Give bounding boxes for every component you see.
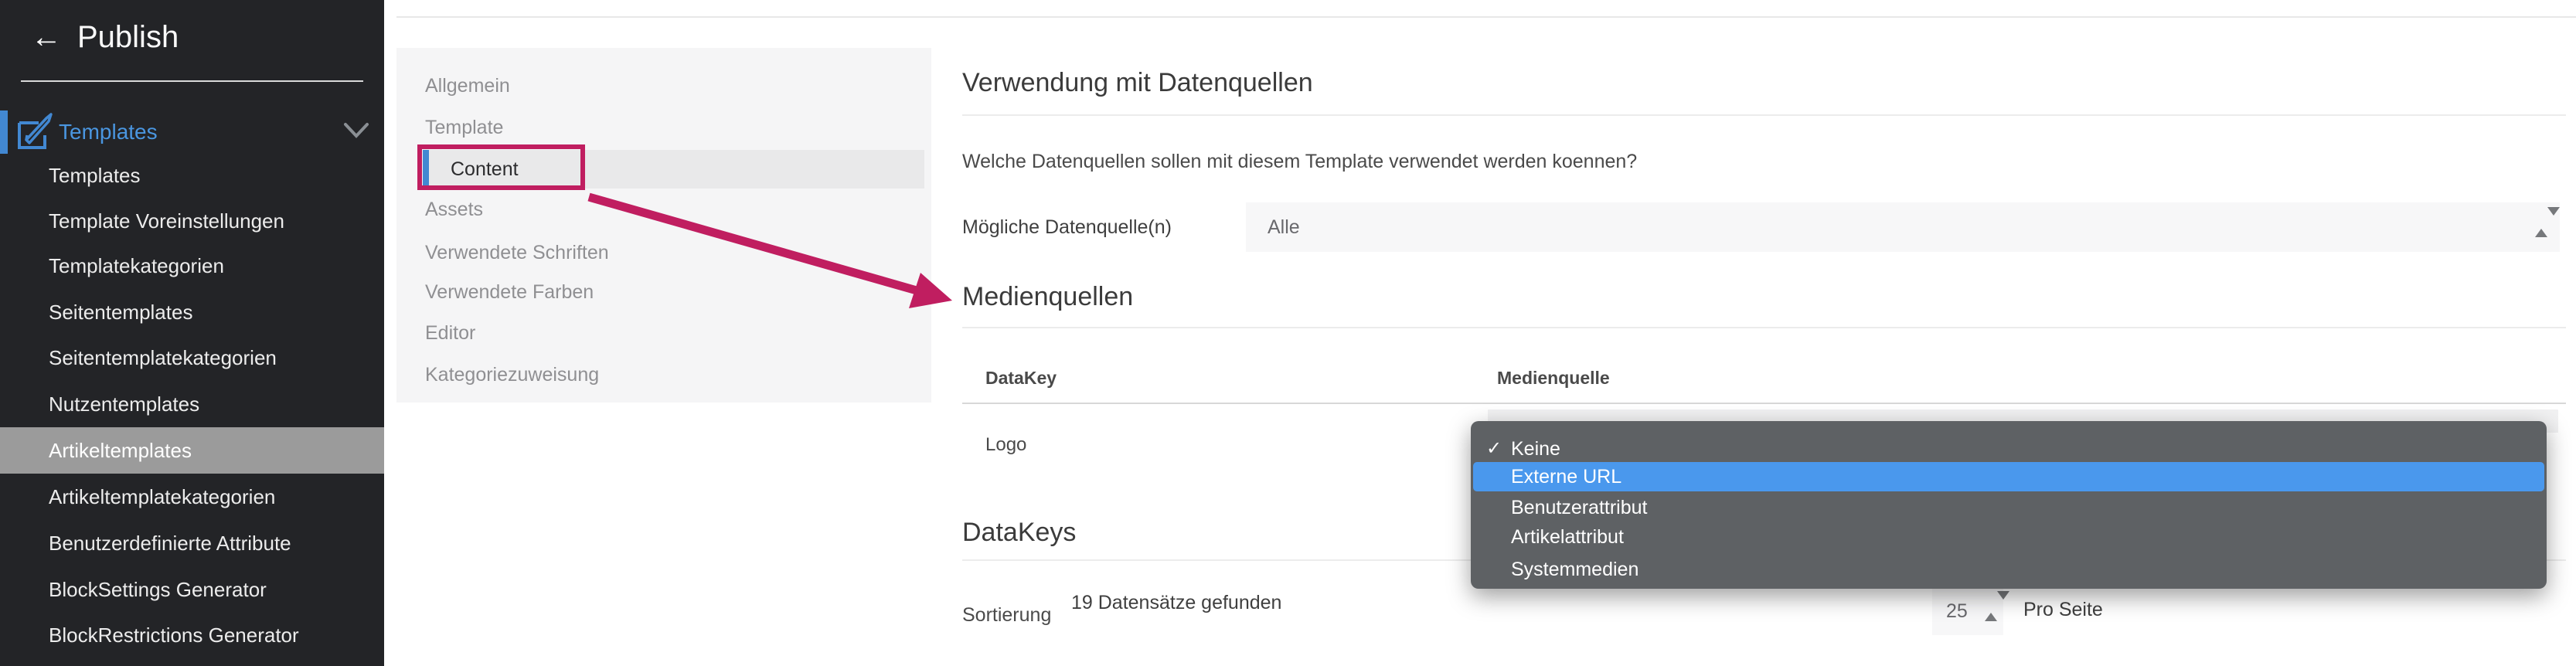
sidebar-item-templates[interactable]: Templates — [0, 152, 384, 199]
sidebar-item-blocksettings-generator[interactable]: BlockSettings Generator — [0, 566, 384, 613]
page-size-select[interactable]: 25 — [1932, 587, 2003, 635]
menu-option-keine[interactable]: ✓ Keine — [1471, 434, 2547, 464]
menu-option-externe-url-highlighted[interactable]: Externe URL — [1473, 462, 2544, 491]
divider — [962, 327, 2566, 328]
datenquelle-select[interactable]: Alle — [1246, 202, 2560, 252]
sidebar-item-nutzentemplates[interactable]: Nutzentemplates — [0, 381, 384, 427]
datenquellen-question: Welche Datenquellen sollen mit diesem Te… — [962, 151, 1637, 173]
chevron-down-icon[interactable] — [343, 121, 369, 141]
sidebar-item-templatekategorien[interactable]: Templatekategorien — [0, 243, 384, 289]
subnav-item-template[interactable]: Template — [396, 108, 931, 147]
sidebar-item-artikeltemplatekategorien[interactable]: Artikeltemplatekategorien — [0, 474, 384, 520]
results-count: 19 Datensätze gefunden — [1071, 592, 1281, 614]
active-section-indicator — [0, 110, 8, 154]
medienquelle-dropdown-menu: ✓ Keine Externe URL Benutzerattribut Art… — [1471, 421, 2547, 589]
select-stepper-icon — [2535, 216, 2547, 229]
back-arrow-icon[interactable]: ← — [31, 22, 62, 53]
per-page-label: Pro Seite — [2023, 599, 2103, 621]
subnav-item-editor[interactable]: Editor — [396, 314, 931, 352]
menu-option-benutzerattribut[interactable]: Benutzerattribut — [1471, 493, 2547, 522]
menu-option-artikelattribut[interactable]: Artikelattribut — [1471, 522, 2547, 552]
select-stepper-icon — [1985, 600, 1997, 613]
section-title-medienquellen: Medienquellen — [962, 282, 1133, 312]
sidebar-item-blockrestrictions-generator[interactable]: BlockRestrictions Generator — [0, 612, 384, 658]
sidebar-item-seitentemplatekategorien[interactable]: Seitentemplatekategorien — [0, 335, 384, 381]
content-top-border — [396, 16, 2576, 18]
page-size-value: 25 — [1946, 587, 1968, 635]
column-header-medienquelle: Medienquelle — [1497, 368, 1610, 389]
sidebar-item-seitentemplates[interactable]: Seitentemplates — [0, 289, 384, 335]
sidebar-divider — [21, 80, 363, 82]
subnav-item-allgemein[interactable]: Allgemein — [396, 66, 931, 105]
app-title: Publish — [77, 20, 179, 55]
sidebar-item-template-voreinstellungen[interactable]: Template Voreinstellungen — [0, 198, 384, 244]
subnav-item-assets[interactable]: Assets — [396, 190, 931, 229]
template-subnav: Allgemein Template Content Assets Verwen… — [396, 48, 931, 403]
edit-templates-icon — [15, 112, 54, 152]
datenquelle-select-value: Alle — [1268, 202, 1300, 252]
divider — [962, 114, 2566, 116]
sidebar-item-artikeltemplates-active[interactable]: Artikeltemplates — [0, 427, 384, 474]
table-cell-datakey-logo: Logo — [985, 434, 1026, 456]
sidebar-section-templates[interactable]: Templates — [59, 110, 158, 154]
sidebar-item-benutzerdefinierte-attribute[interactable]: Benutzerdefinierte Attribute — [0, 520, 384, 566]
subnav-item-verwendete-farben[interactable]: Verwendete Farben — [396, 273, 931, 311]
sidebar-header[interactable]: ← Publish — [31, 15, 179, 59]
section-title-datakeys: DataKeys — [962, 518, 1076, 548]
sidebar: ← Publish Templates Templates Template V… — [0, 0, 384, 666]
table-header-divider — [962, 403, 2566, 404]
subnav-item-kategoriezuweisung[interactable]: Kategoriezuweisung — [396, 355, 931, 394]
column-header-datakey: DataKey — [985, 368, 1057, 389]
menu-option-systemmedien[interactable]: Systemmedien — [1471, 555, 2547, 584]
checkmark-icon: ✓ — [1486, 434, 1502, 464]
annotation-highlight-box — [417, 144, 585, 190]
moegliche-datenquelle-label: Mögliche Datenquelle(n) — [962, 216, 1172, 239]
sortierung-label: Sortierung — [962, 604, 1051, 627]
subnav-item-verwendete-schriften[interactable]: Verwendete Schriften — [396, 233, 931, 272]
section-title-datenquellen: Verwendung mit Datenquellen — [962, 68, 1313, 98]
